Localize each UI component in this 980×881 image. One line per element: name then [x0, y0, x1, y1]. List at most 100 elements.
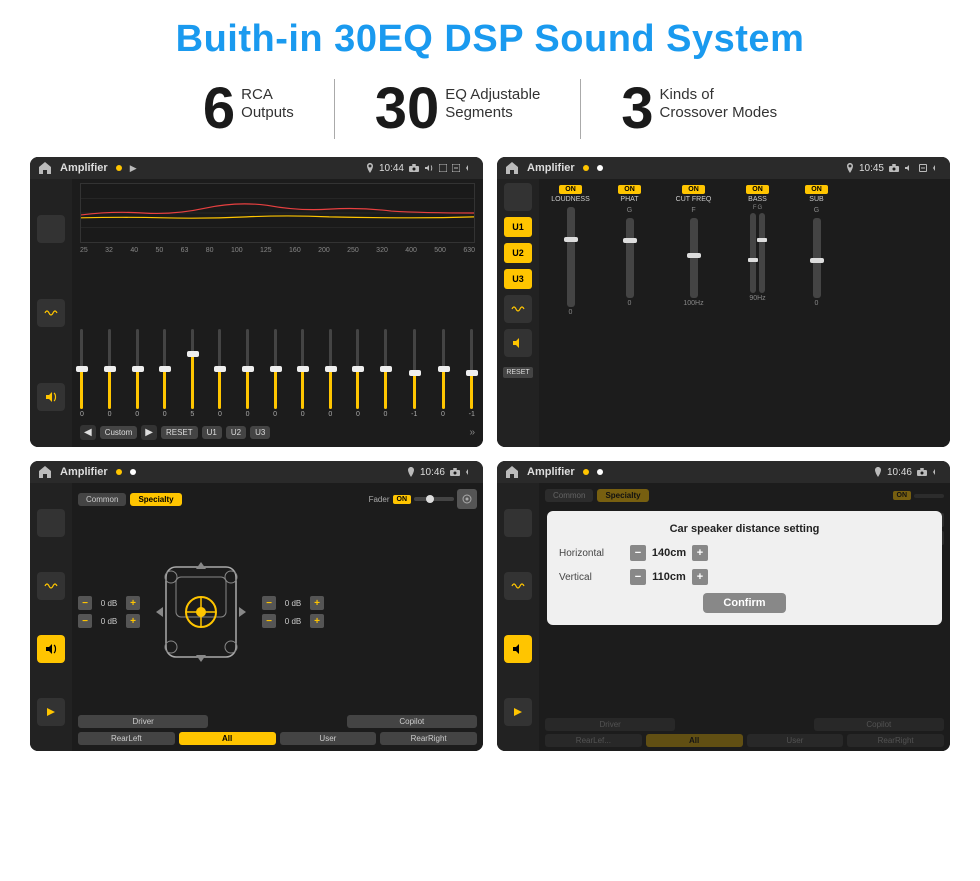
- u3-btn-left[interactable]: U3: [504, 269, 532, 289]
- crossover-speaker-icon[interactable]: [504, 329, 532, 357]
- eq-slider-10[interactable]: 0: [356, 329, 360, 418]
- fader-settings-icon[interactable]: [457, 489, 477, 509]
- dialog-title: Car speaker distance setting: [559, 523, 930, 535]
- horizontal-val-group: − 140cm +: [630, 545, 708, 561]
- eq-play-icon: ▶: [130, 163, 137, 174]
- vertical-minus-btn[interactable]: −: [630, 569, 646, 585]
- eq-slider-9[interactable]: 0: [328, 329, 332, 418]
- phat-on-btn[interactable]: ON: [618, 185, 641, 194]
- d-speaker-icon[interactable]: [504, 635, 532, 663]
- vol-fr-plus[interactable]: +: [310, 596, 324, 610]
- eq-custom-btn[interactable]: Custom: [100, 426, 138, 439]
- vol-left: − 0 dB + − 0 dB +: [78, 596, 140, 628]
- bass-on-btn[interactable]: ON: [746, 185, 769, 194]
- loudness-on-btn[interactable]: ON: [559, 185, 582, 194]
- eq-slider-0[interactable]: 0: [80, 329, 84, 418]
- eq-prev-btn[interactable]: ◀: [80, 425, 96, 440]
- dialog-horizontal-row: Horizontal − 140cm +: [559, 545, 930, 561]
- sp-filter-icon[interactable]: [37, 509, 65, 537]
- d-tab-common: Common: [545, 489, 593, 502]
- btn-spacer1: [212, 715, 342, 728]
- back-icon-2: [932, 164, 942, 172]
- u1-btn-left[interactable]: U1: [504, 217, 532, 237]
- loudness-val: 0: [569, 309, 573, 316]
- d-wave-icon[interactable]: [504, 572, 532, 600]
- u2-btn-left[interactable]: U2: [504, 243, 532, 263]
- speaker-layout-area: − 0 dB + − 0 dB +: [78, 513, 477, 711]
- btn-driver[interactable]: Driver: [78, 715, 208, 728]
- camera-icon-4: [917, 468, 927, 476]
- eq-sliders: 0 0: [80, 258, 475, 422]
- dialog-vertical-row: Vertical − 110cm +: [559, 569, 930, 585]
- vertical-label: Vertical: [559, 572, 624, 583]
- eq-filter-icon[interactable]: [37, 215, 65, 243]
- eq-slider-12[interactable]: -1: [411, 329, 417, 418]
- volume-icon: [424, 164, 434, 172]
- location-icon: [366, 163, 374, 173]
- eq-u3-btn[interactable]: U3: [250, 426, 270, 439]
- btn-rearright[interactable]: RearRight: [380, 732, 477, 745]
- horizontal-plus-btn[interactable]: +: [692, 545, 708, 561]
- minimize-icon: [452, 164, 460, 172]
- vol-rr-minus[interactable]: −: [262, 614, 276, 628]
- eq-slider-8[interactable]: 0: [301, 329, 305, 418]
- horizontal-minus-btn[interactable]: −: [630, 545, 646, 561]
- sub-on-btn[interactable]: ON: [805, 185, 828, 194]
- eq-slider-3[interactable]: 0: [163, 329, 167, 418]
- vol-fr-minus[interactable]: −: [262, 596, 276, 610]
- d-filter-icon[interactable]: [504, 509, 532, 537]
- eq-u1-btn[interactable]: U1: [202, 426, 222, 439]
- btn-all[interactable]: All: [179, 732, 276, 745]
- distance-left: [497, 483, 539, 751]
- eq-slider-4[interactable]: 5: [190, 329, 194, 418]
- eq-speaker-icon[interactable]: [37, 383, 65, 411]
- speaker-dot1: [116, 469, 122, 475]
- stats-row: 6 RCA Outputs 30 EQ Adjustable Segments …: [30, 79, 950, 139]
- vol-fl-minus[interactable]: −: [78, 596, 92, 610]
- btn-user[interactable]: User: [280, 732, 377, 745]
- eq-reset-btn[interactable]: RESET: [161, 426, 198, 439]
- topbar-crossover: Amplifier 10:45: [497, 157, 950, 179]
- speaker-topbar-icons: 10:46: [407, 467, 475, 478]
- eq-u2-btn[interactable]: U2: [226, 426, 246, 439]
- vol-rr-plus[interactable]: +: [310, 614, 324, 628]
- stat-rca-number: 6: [203, 80, 235, 138]
- crossover-filter-icon[interactable]: [504, 183, 532, 211]
- vertical-plus-btn[interactable]: +: [692, 569, 708, 585]
- speaker-bottom-btns2: RearLeft All User RearRight: [78, 732, 477, 745]
- loudness-label: LOUDNESS: [551, 196, 590, 203]
- vol-rr-value: 0 dB: [279, 617, 307, 626]
- crossover-wave-icon[interactable]: [504, 295, 532, 323]
- eq-slider-11[interactable]: 0: [384, 329, 388, 418]
- distance-app-title: Amplifier: [527, 466, 575, 478]
- vol-rl-minus[interactable]: −: [78, 614, 92, 628]
- btn-copilot[interactable]: Copilot: [347, 715, 477, 728]
- stat-eq-number: 30: [375, 80, 440, 138]
- eq-slider-1[interactable]: 0: [108, 329, 112, 418]
- d-arrow-icon[interactable]: [504, 698, 532, 726]
- fader-track[interactable]: [414, 497, 454, 501]
- eq-wave-icon[interactable]: [37, 299, 65, 327]
- eq-slider-7[interactable]: 0: [273, 329, 277, 418]
- vol-rl-plus[interactable]: +: [126, 614, 140, 628]
- btn-rearleft[interactable]: RearLeft: [78, 732, 175, 745]
- vol-fl-plus[interactable]: +: [126, 596, 140, 610]
- eq-slider-6[interactable]: 0: [246, 329, 250, 418]
- eq-next-btn[interactable]: ▶: [141, 425, 157, 440]
- sp-wave-icon[interactable]: [37, 572, 65, 600]
- tab-specialty[interactable]: Specialty: [130, 493, 181, 506]
- tab-common[interactable]: Common: [78, 493, 126, 506]
- eq-slider-14[interactable]: -1: [469, 329, 475, 418]
- cutfreq-on-btn[interactable]: ON: [682, 185, 705, 194]
- sp-speaker-icon[interactable]: [37, 635, 65, 663]
- location-icon-2: [846, 163, 854, 173]
- crossover-dot1: [583, 165, 589, 171]
- eq-slider-13[interactable]: 0: [441, 329, 445, 418]
- sp-arrow-icon[interactable]: [37, 698, 65, 726]
- speaker-left: [30, 483, 72, 751]
- crossover-reset-btn[interactable]: RESET: [503, 367, 532, 378]
- eq-slider-2[interactable]: 0: [135, 329, 139, 418]
- location-icon-4: [874, 467, 882, 477]
- eq-slider-5[interactable]: 0: [218, 329, 222, 418]
- confirm-button[interactable]: Confirm: [703, 593, 785, 613]
